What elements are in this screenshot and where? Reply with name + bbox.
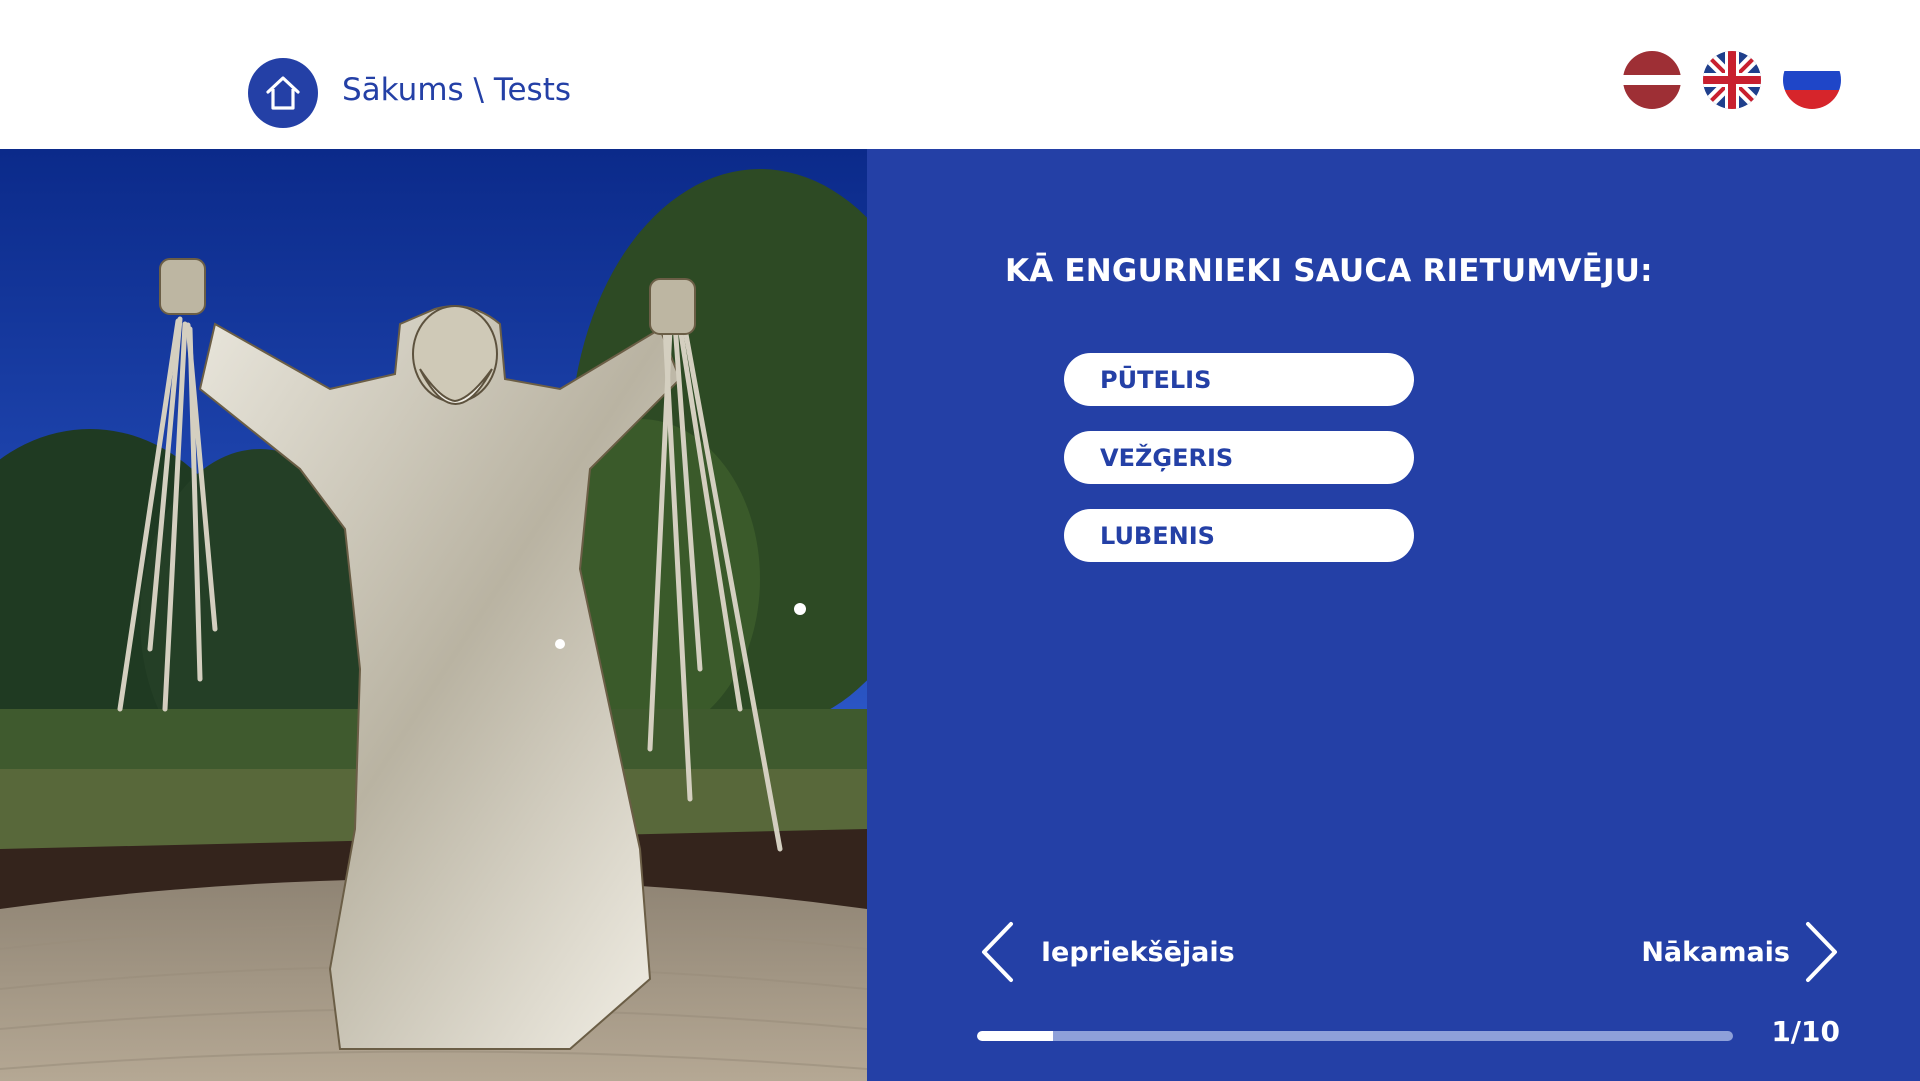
- previous-button[interactable]: Iepriekšējais: [979, 921, 1235, 983]
- next-label: Nākamais: [1641, 936, 1790, 968]
- answer-option[interactable]: VEŽĢERIS: [1064, 431, 1414, 484]
- chevron-left-icon: [982, 922, 1013, 982]
- russia-flag-icon: [1783, 51, 1841, 109]
- answer-label: PŪTELIS: [1100, 365, 1212, 394]
- language-latvian-button[interactable]: [1623, 51, 1681, 109]
- quiz-panel: KĀ ENGURNIEKI SAUCA RIETUMVĒJU: PŪTELIS …: [867, 149, 1920, 1081]
- answer-label: LUBENIS: [1100, 521, 1215, 550]
- answer-option[interactable]: PŪTELIS: [1064, 353, 1414, 406]
- progress-counter: 1/10: [1771, 1015, 1840, 1048]
- home-icon: [266, 76, 300, 110]
- previous-label: Iepriekšējais: [1041, 936, 1235, 968]
- progress-fill: [977, 1031, 1053, 1041]
- latvia-flag-icon: [1623, 51, 1681, 109]
- statue-photo: [0, 149, 867, 1081]
- language-english-button[interactable]: [1703, 51, 1761, 109]
- header-bar: Sākums \ Tests: [0, 0, 1920, 149]
- language-russian-button[interactable]: [1783, 51, 1841, 109]
- home-button[interactable]: [248, 58, 318, 128]
- chevron-right-icon: [1806, 922, 1837, 982]
- breadcrumb[interactable]: Sākums \ Tests: [342, 72, 571, 108]
- question-text: KĀ ENGURNIEKI SAUCA RIETUMVĒJU:: [1005, 253, 1653, 289]
- statue-illustration: [0, 149, 867, 1081]
- answer-label: VEŽĢERIS: [1100, 443, 1234, 472]
- next-button[interactable]: Nākamais: [1641, 921, 1840, 983]
- answer-option[interactable]: LUBENIS: [1064, 509, 1414, 562]
- progress-bar: [977, 1031, 1733, 1041]
- uk-flag-icon: [1703, 51, 1761, 109]
